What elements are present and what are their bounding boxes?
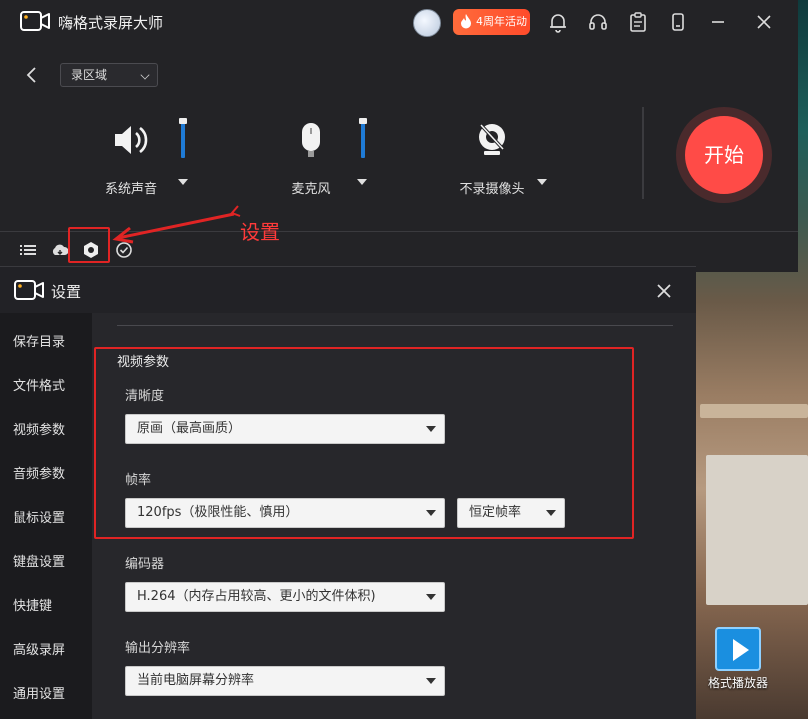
resolution-select[interactable]: 当前电脑屏幕分辨率 [125,666,445,696]
toolbar-divider [642,107,644,199]
system-sound-source[interactable]: 系统声音 [96,120,166,197]
minimize-icon[interactable] [707,11,729,33]
annotation-label: 设置 [240,220,280,244]
resolution-label: 输出分辨率 [125,641,191,656]
slider-knob[interactable] [179,118,187,124]
system-sound-dropdown-icon[interactable] [178,179,188,185]
title-bar: 嗨格式录屏大师 4周年活动 [0,0,798,44]
sidebar-item-mouse[interactable]: 鼠标设置 [13,507,65,526]
encoder-select[interactable]: H.264（内存占用较高、更小的文件体积) [125,582,445,612]
sidebar-item-keyboard[interactable]: 键盘设置 [13,551,65,570]
clipboard-icon[interactable] [627,11,649,33]
headset-icon[interactable] [587,11,609,33]
flame-icon [461,14,471,29]
wallpaper-cabinet [706,455,808,605]
desktop-icon-player[interactable]: 格式播放器 [705,627,771,691]
app-title: 嗨格式录屏大师 [58,14,164,32]
sidebar-item-save-dir[interactable]: 保存目录 [13,331,65,350]
back-arrow-icon[interactable] [24,66,40,84]
close-window-icon[interactable] [753,11,775,33]
promo-badge[interactable]: 4周年活动 [453,9,530,35]
record-mode-value: 录区域 [71,68,108,82]
system-sound-volume-slider[interactable] [179,118,187,158]
sidebar-item-general[interactable]: 通用设置 [13,683,65,702]
camera-label: 不录摄像头 [459,182,525,197]
system-sound-label: 系统声音 [104,182,157,197]
camera-off-icon [479,123,505,155]
sidebar-item-audio[interactable]: 音频参数 [13,463,65,482]
sidebar-item-advanced[interactable]: 高级录屏 [13,639,65,658]
user-avatar[interactable] [413,9,441,37]
record-mode-select[interactable]: 录区域 [60,63,158,87]
player-app-icon [715,627,761,671]
microphone-label: 麦克风 [291,182,331,197]
resolution-value: 当前电脑屏幕分辨率 [137,673,255,688]
settings-logo-icon [14,280,44,300]
chevron-down-icon [140,70,150,80]
content-divider [117,325,673,326]
microphone-icon [302,123,320,157]
mini-mode-icon[interactable] [667,11,689,33]
encoder-label: 编码器 [125,557,165,572]
settings-sidebar: 保存目录 文件格式 视频参数 音频参数 鼠标设置 键盘设置 快捷键 高级录屏 通… [0,313,92,719]
camera-dropdown-icon[interactable] [537,179,547,185]
cloud-icon[interactable] [50,240,70,260]
desktop-icon-label: 格式播放器 [707,676,768,690]
start-record-button[interactable]: 开始 [685,116,763,194]
microphone-dropdown-icon[interactable] [357,179,367,185]
slider-knob[interactable] [359,118,367,124]
promo-label: 4周年活动 [476,15,527,28]
app-logo-icon [20,11,50,31]
settings-header: 设置 [0,267,696,313]
close-icon[interactable] [656,283,672,299]
sidebar-item-file-format[interactable]: 文件格式 [13,375,65,394]
sidebar-item-video[interactable]: 视频参数 [13,419,65,438]
encoder-value: H.264（内存占用较高、更小的文件体积) [137,589,376,604]
sidebar-item-hotkeys[interactable]: 快捷键 [13,595,52,614]
chevron-down-icon [426,594,436,600]
settings-title: 设置 [51,283,82,301]
speaker-icon [115,126,148,154]
camera-source[interactable]: 不录摄像头 [452,120,532,197]
bell-icon[interactable] [547,11,569,33]
settings-highlight-box [68,227,110,263]
annotation-arrow-icon [112,205,241,244]
wallpaper-shelf [700,404,808,418]
chevron-down-icon [426,678,436,684]
list-icon[interactable] [18,240,38,260]
microphone-volume-slider[interactable] [359,118,367,158]
microphone-source[interactable]: 麦克风 [279,120,343,197]
video-params-highlight-box [94,347,634,539]
